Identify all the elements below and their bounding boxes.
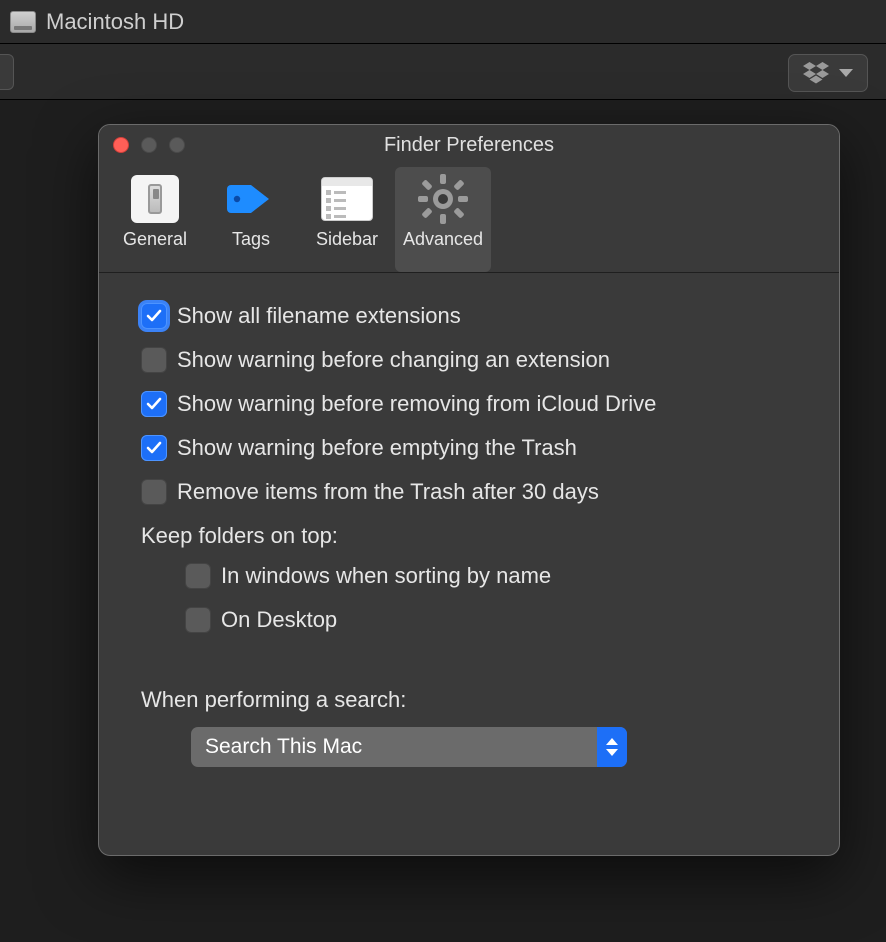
finder-window-title: Macintosh HD [46, 9, 184, 35]
minimize-button[interactable] [141, 137, 157, 153]
checkbox[interactable] [141, 435, 167, 461]
sidebar-icon [319, 171, 375, 227]
checkbox[interactable] [141, 391, 167, 417]
checkmark-icon [146, 309, 162, 323]
select-value: Search This Mac [205, 735, 362, 759]
gear-icon [415, 171, 471, 227]
tab-label: Sidebar [316, 229, 378, 250]
harddrive-icon [10, 11, 36, 33]
tab-tags[interactable]: Tags [203, 167, 299, 272]
finder-toolbar [0, 44, 886, 100]
prefs-tabs: General Tags Sidebar [99, 165, 839, 273]
option-label: Show warning before changing an extensio… [177, 347, 610, 373]
option-trash-30-days[interactable]: Remove items from the Trash after 30 day… [141, 479, 797, 505]
search-scope-select[interactable]: Search This Mac [191, 727, 627, 767]
tab-advanced[interactable]: Advanced [395, 167, 491, 272]
finder-titlebar: Macintosh HD [0, 0, 886, 44]
dropbox-button[interactable] [788, 54, 868, 92]
option-label: On Desktop [221, 607, 337, 633]
prefs-title: Finder Preferences [384, 134, 554, 157]
dropbox-icon [803, 62, 829, 84]
tab-label: Tags [232, 229, 270, 250]
prefs-titlebar[interactable]: Finder Preferences [99, 125, 839, 165]
prefs-body: Show all filename extensions Show warnin… [99, 273, 839, 797]
tags-icon [223, 171, 279, 227]
option-label: Show warning before emptying the Trash [177, 435, 577, 461]
finder-preferences-window: Finder Preferences General Tags [98, 124, 840, 856]
option-warn-icloud-remove[interactable]: Show warning before removing from iCloud… [141, 391, 797, 417]
search-heading: When performing a search: [141, 687, 797, 713]
option-label: Show all filename extensions [177, 303, 461, 329]
nav-back-button[interactable] [0, 54, 14, 90]
tab-sidebar[interactable]: Sidebar [299, 167, 395, 272]
general-icon [127, 171, 183, 227]
tab-label: Advanced [403, 229, 483, 250]
option-warn-empty-trash[interactable]: Show warning before emptying the Trash [141, 435, 797, 461]
tab-general[interactable]: General [107, 167, 203, 272]
checkbox[interactable] [185, 607, 211, 633]
zoom-button[interactable] [169, 137, 185, 153]
option-show-extensions[interactable]: Show all filename extensions [141, 303, 797, 329]
checkbox[interactable] [141, 347, 167, 373]
checkmark-icon [146, 441, 162, 455]
checkbox[interactable] [141, 479, 167, 505]
chevron-down-icon [839, 69, 853, 77]
checkbox[interactable] [185, 563, 211, 589]
option-warn-extension-change[interactable]: Show warning before changing an extensio… [141, 347, 797, 373]
checkbox[interactable] [141, 303, 167, 329]
option-label: Remove items from the Trash after 30 day… [177, 479, 599, 505]
option-label: Show warning before removing from iCloud… [177, 391, 656, 417]
option-folders-top-desktop[interactable]: On Desktop [185, 607, 797, 633]
option-label: In windows when sorting by name [221, 563, 551, 589]
keep-folders-heading: Keep folders on top: [141, 523, 797, 549]
checkmark-icon [146, 397, 162, 411]
tab-label: General [123, 229, 187, 250]
option-folders-top-windows[interactable]: In windows when sorting by name [185, 563, 797, 589]
select-stepper-icon [597, 727, 627, 767]
close-button[interactable] [113, 137, 129, 153]
window-controls [113, 137, 185, 153]
